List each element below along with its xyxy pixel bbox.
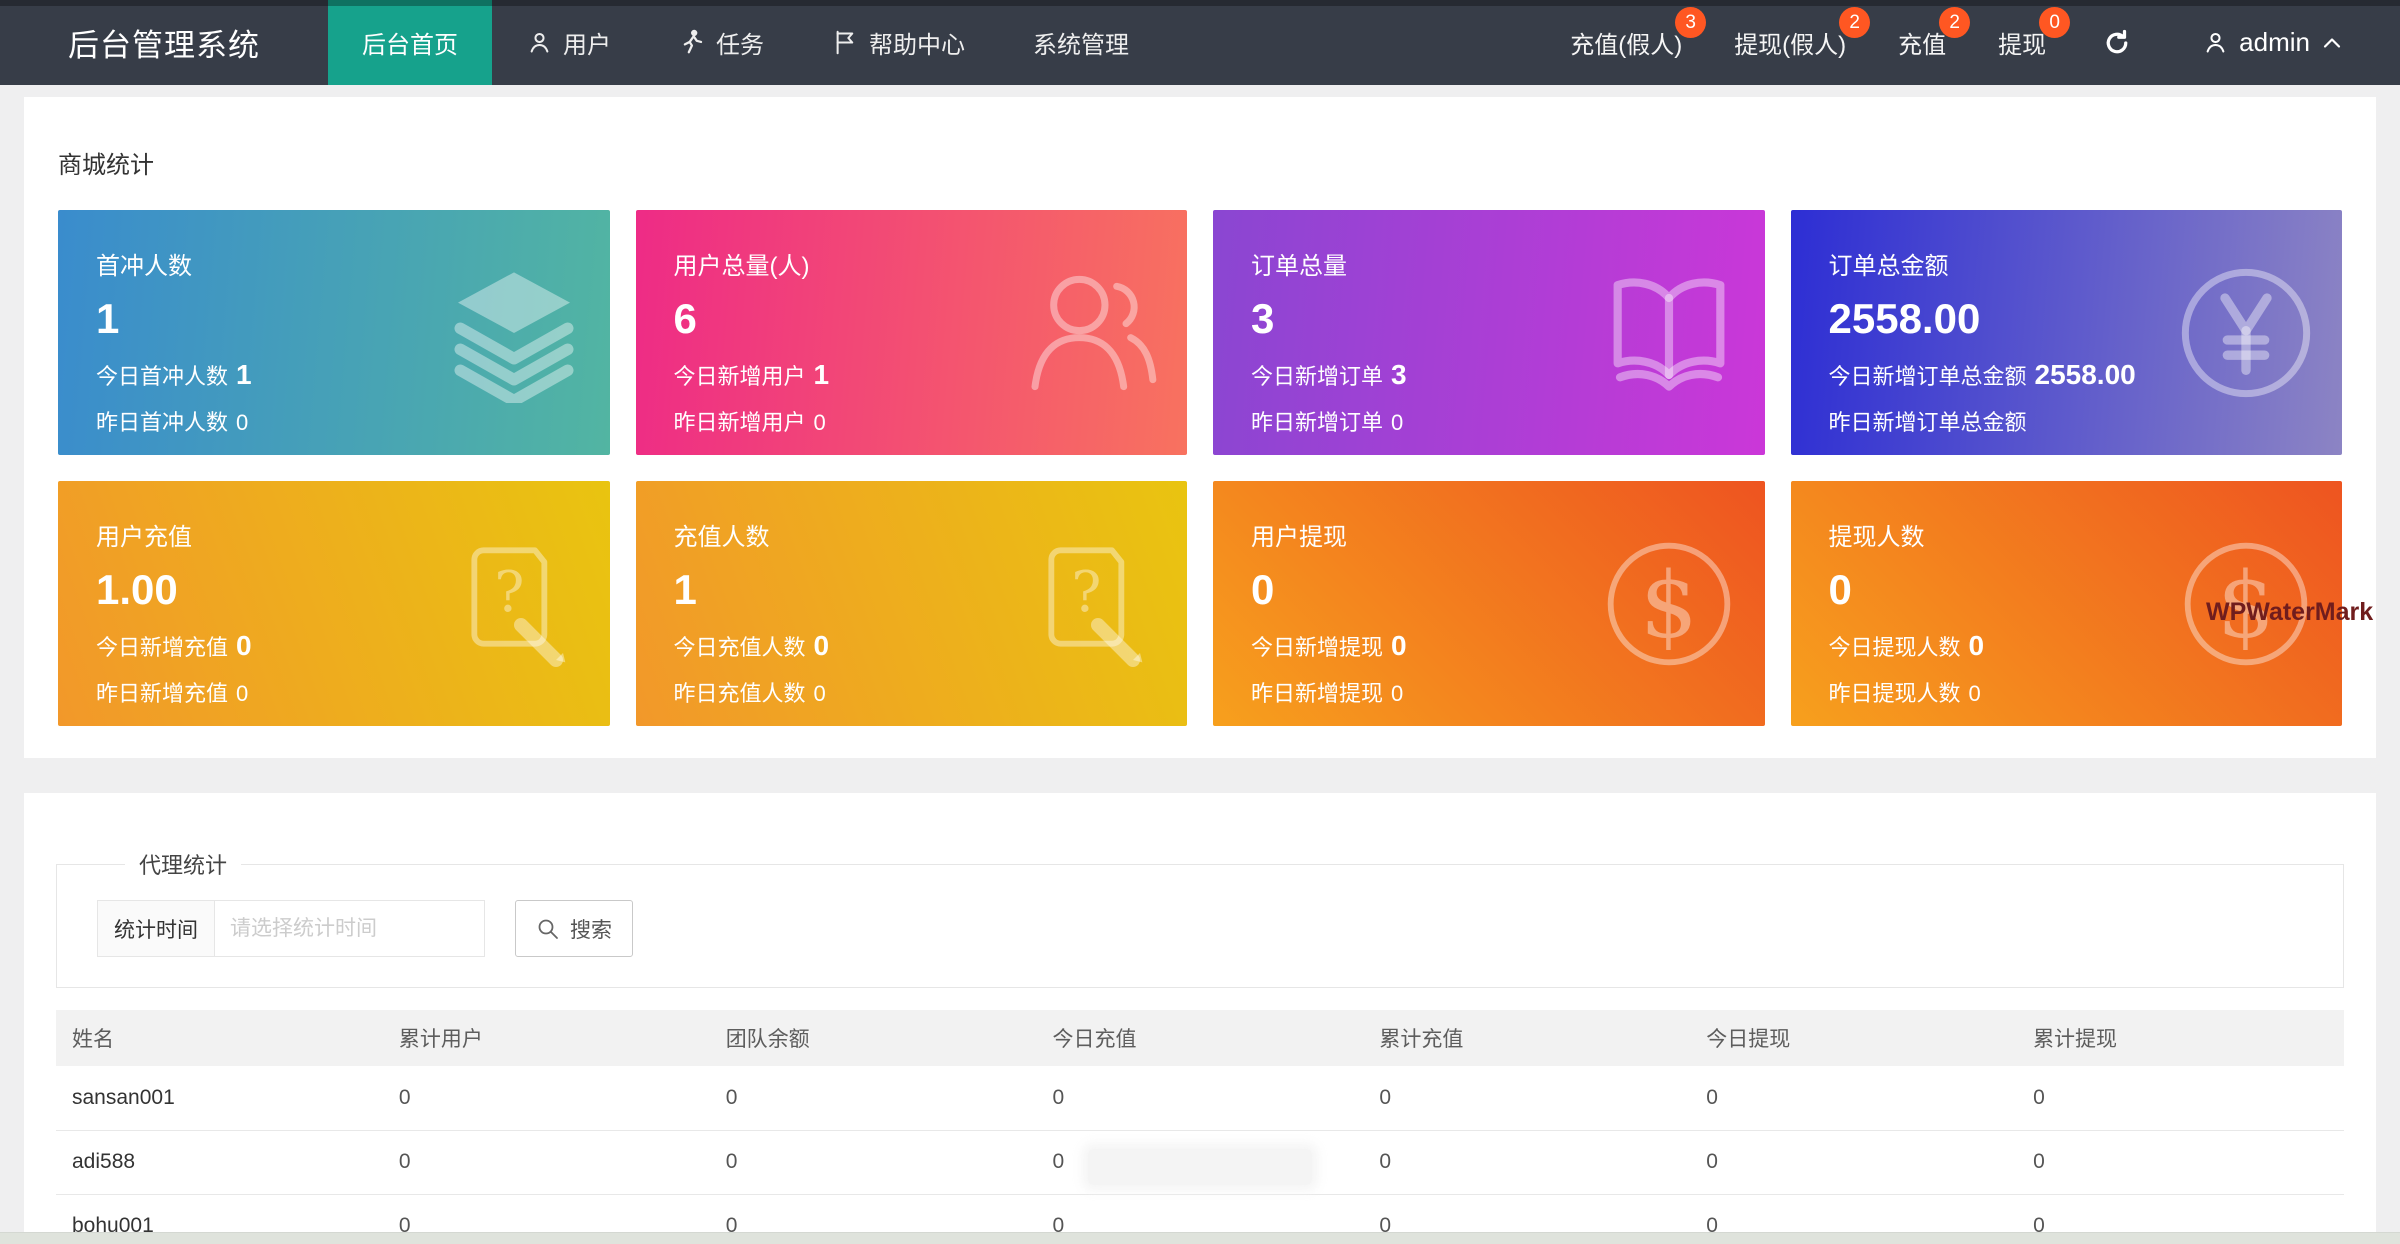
count-badge: 2 [1939,7,1970,38]
agent-value-cell: 0 [1690,1130,2017,1194]
search-button[interactable]: 搜索 [515,900,633,957]
agent-value-cell: 0 [1363,1066,1690,1130]
count-badge: 0 [2039,7,2070,38]
stats-section-title: 商城统计 [58,145,2342,180]
flag-icon [832,29,859,56]
top-nav: 后台管理系统 后台首页 用户 任务 帮助中心 系统管理 充值(假人) 3 提现(… [0,0,2400,85]
search-button-label: 搜索 [570,914,612,944]
count-badge: 2 [1839,7,1870,38]
refresh-button[interactable] [2072,0,2162,85]
stat-card-today: 今日新增用户1 [674,359,1150,391]
nav-tab[interactable]: 用户 [492,0,645,85]
agent-value-cell: 0 [2017,1066,2344,1130]
stat-card-yesterday: 昨日新增用户0 [674,405,1150,437]
stat-card-yesterday: 昨日充值人数0 [674,676,1150,708]
agent-table-header-row: 姓名累计用户团队余额今日充值累计充值今日提现累计提现 [56,1010,2344,1066]
agent-value-cell: 0 [710,1066,1037,1130]
nav-shortcut[interactable]: 提现 0 [1972,0,2072,85]
app-logo: 后台管理系统 [0,0,328,85]
nav-shortcut[interactable]: 充值 2 [1872,0,1972,85]
table-column-header: 今日提现 [1690,1010,2017,1066]
agent-value-cell: 0 [383,1066,710,1130]
filter-label: 统计时间 [97,900,215,957]
watermark-text: WPWaterMark [2206,598,2373,627]
stat-card[interactable]: 充值人数 1 今日充值人数0 昨日充值人数0 ? [636,481,1188,726]
agent-name-cell: adi588 [56,1130,383,1194]
search-icon [536,917,560,941]
stat-card[interactable]: 用户提现 0 今日新增提现0 昨日新增提现0 $ [1213,481,1765,726]
table-column-header: 今日充值 [1037,1010,1364,1066]
stat-card-today: 今日新增订单3 [1251,359,1727,391]
agent-value-cell: 0 [1363,1130,1690,1194]
refresh-icon [2102,28,2132,58]
walker-icon [679,29,706,56]
agent-filter-row: 统计时间 搜索 [97,900,2343,957]
nav-shortcut[interactable]: 提现(假人) 2 [1708,0,1872,85]
agent-value-cell: 0 [710,1130,1037,1194]
chevron-up-icon [2320,31,2344,55]
stat-card-yesterday: 昨日新增订单0 [1251,405,1727,437]
stat-card-yesterday: 昨日新增提现0 [1251,676,1727,708]
agent-legend: 代理统计 [125,848,241,880]
nav-tab[interactable]: 后台首页 [328,0,492,85]
nav-shortcut[interactable]: 充值(假人) 3 [1544,0,1708,85]
table-column-header: 姓名 [56,1010,383,1066]
stat-card-today: 今日新增充值0 [96,630,572,662]
stat-card-today: 今日充值人数0 [674,630,1150,662]
table-column-header: 累计提现 [2017,1010,2344,1066]
svg-text:?: ? [494,560,524,625]
stat-card[interactable]: 用户充值 1.00 今日新增充值0 昨日新增充值0 ? [58,481,610,726]
nav-tab[interactable]: 系统管理 [999,0,1163,85]
agent-value-cell: 0 [1690,1066,2017,1130]
statistics-time-input[interactable] [215,900,485,957]
stat-card-today: 今日提现人数0 [1829,630,2305,662]
nav-right-items: 充值(假人) 3 提现(假人) 2 充值 2 提现 0 [1544,0,2072,85]
admin-dashboard-page: 后台管理系统 后台首页 用户 任务 帮助中心 系统管理 充值(假人) 3 提现(… [0,0,2400,1244]
table-row: sansan001000000 [56,1066,2344,1130]
table-column-header: 团队余额 [710,1010,1037,1066]
stat-card-yesterday: 昨日首冲人数0 [96,405,572,437]
user-avatar-icon [2202,29,2229,56]
count-badge: 3 [1675,7,1706,38]
stat-card-today: 今日首冲人数1 [96,359,572,391]
agent-value-cell: 0 [383,1130,710,1194]
table-column-header: 累计充值 [1363,1010,1690,1066]
person-icon [526,29,553,56]
nav-tabs: 后台首页 用户 任务 帮助中心 系统管理 [328,0,1163,85]
stat-card[interactable]: 订单总金额 2558.00 今日新增订单总金额2558.00 昨日新增订单总金额 [1791,210,2343,455]
svg-text:?: ? [1071,560,1101,625]
stat-card-today: 今日新增提现0 [1251,630,1727,662]
stat-card-today: 今日新增订单总金额2558.00 [1829,359,2305,391]
stat-card[interactable]: 首冲人数 1 今日首冲人数1 昨日首冲人数0 [58,210,610,455]
agent-fieldset: 代理统计 统计时间 搜索 [56,848,2344,988]
agent-table: 姓名累计用户团队余额今日充值累计充值今日提现累计提现 sansan0010000… [56,1010,2344,1244]
stat-card[interactable]: 用户总量(人) 6 今日新增用户1 昨日新增用户0 [636,210,1188,455]
nav-tab[interactable]: 任务 [645,0,798,85]
stat-card-yesterday: 昨日提现人数0 [1829,676,2305,708]
stat-card-yesterday: 昨日新增订单总金额 [1829,405,2305,437]
stat-card[interactable]: 订单总量 3 今日新增订单3 昨日新增订单0 [1213,210,1765,455]
agent-value-cell: 0 [2017,1130,2344,1194]
redaction-blur [1088,1149,1312,1185]
stat-cards-grid: 首冲人数 1 今日首冲人数1 昨日首冲人数0 用户总量(人) 6 今日新增用户1… [58,210,2342,726]
user-menu[interactable]: admin [2162,0,2370,85]
table-column-header: 累计用户 [383,1010,710,1066]
user-name: admin [2239,27,2310,58]
nav-right: 充值(假人) 3 提现(假人) 2 充值 2 提现 0 admin [1544,0,2400,85]
nav-tab[interactable]: 帮助中心 [798,0,999,85]
agent-name-cell: sansan001 [56,1066,383,1130]
agent-value-cell: 0 [1037,1066,1364,1130]
stat-card-yesterday: 昨日新增充值0 [96,676,572,708]
bottom-edge-strip [0,1232,2400,1244]
stats-panel: 商城统计 首冲人数 1 今日首冲人数1 昨日首冲人数0 用户总量(人) 6 今日… [24,97,2376,758]
